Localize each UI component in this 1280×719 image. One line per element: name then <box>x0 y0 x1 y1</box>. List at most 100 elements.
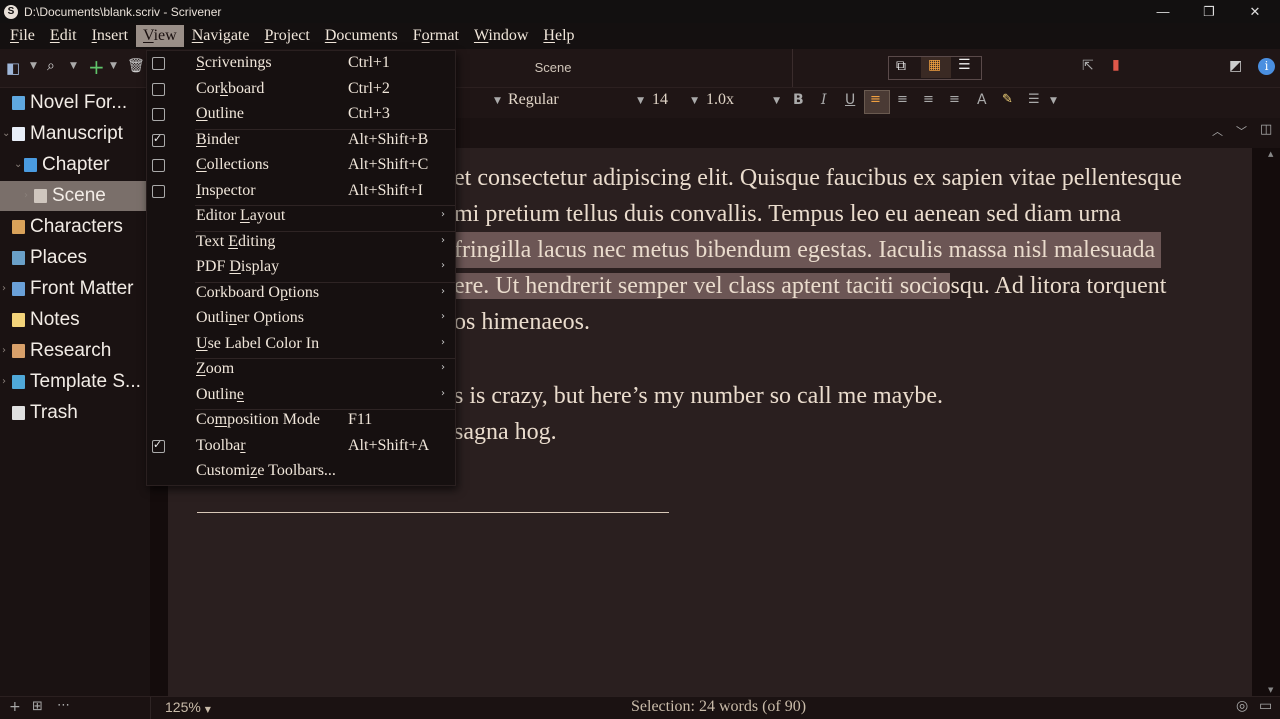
view-menu-item-zoom[interactable]: Zoom › <box>147 357 455 382</box>
chevron-right-icon[interactable]: › <box>2 345 6 356</box>
scrivenings-view-icon[interactable]: ⧉ <box>896 58 906 74</box>
more-icon[interactable]: ⋯ <box>57 698 70 713</box>
view-menu-item-scrivenings[interactable]: Scrivenings Ctrl+1 <box>147 51 455 76</box>
editor-text-run[interactable]: s is crazy, but here’s my number so call… <box>454 383 943 409</box>
scroll-down-icon[interactable]: ▼ <box>1268 686 1273 694</box>
editor-text-run[interactable]: fringilla lacus nec metus bibendum egest… <box>454 237 1155 263</box>
editor-text-line[interactable]: ere. Ut hendrerit semper vel class apten… <box>454 268 1166 304</box>
chevron-down-icon[interactable]: ▼ <box>30 61 37 71</box>
binder-item-research[interactable]: › Research <box>0 336 150 366</box>
binder-item-manuscript[interactable]: ⌄ Manuscript <box>0 119 150 149</box>
close-button[interactable]: ✕ <box>1232 0 1278 23</box>
view-menu-item-composition-mode[interactable]: Composition Mode F11 <box>147 408 455 433</box>
chevron-right-icon[interactable]: › <box>2 376 6 387</box>
view-menu-item-use-label-color-in[interactable]: Use Label Color In › <box>147 332 455 357</box>
selected-text[interactable]: ere. Ut hendrerit semper vel class apten… <box>454 273 951 299</box>
zoom-select[interactable]: 125% ▼ <box>165 699 211 715</box>
menu-edit[interactable]: Edit <box>43 25 84 47</box>
binder-item-front-matter[interactable]: › Front Matter <box>0 274 150 304</box>
binder-item-places[interactable]: Places <box>0 243 150 273</box>
align-center-icon[interactable]: ≡ <box>897 92 908 107</box>
minimize-button[interactable]: — <box>1140 0 1186 23</box>
view-menu-item-pdf-display[interactable]: PDF Display › <box>147 255 455 280</box>
search-icon[interactable]: ⌕ <box>47 58 55 74</box>
binder-item-scene[interactable]: › Scene <box>0 181 150 211</box>
binder-item-characters[interactable]: Characters <box>0 212 150 242</box>
scroll-up-icon[interactable]: ▲ <box>1268 150 1273 158</box>
editor-text-line[interactable]: s is crazy, but here’s my number so call… <box>454 378 943 414</box>
menu-documents[interactable]: Documents <box>318 25 405 47</box>
binder-item-novel-for[interactable]: Novel For... <box>0 88 150 118</box>
add-folder-icon[interactable]: ⊞ <box>32 699 43 714</box>
view-menu-item-outliner-options[interactable]: Outliner Options › <box>147 306 455 331</box>
bold-icon[interactable]: B <box>793 92 804 108</box>
editor-text-line[interactable]: os himenaeos. <box>454 304 590 340</box>
menu-project[interactable]: Project <box>257 25 316 47</box>
view-menu-item-toolbar[interactable]: Toolbar Alt+Shift+A <box>147 434 455 459</box>
editor-text-run[interactable]: mi pretium tellus duis convallis. Tempus… <box>454 201 1121 227</box>
binder-item-chapter[interactable]: ⌄ Chapter <box>0 150 150 180</box>
add-item-icon[interactable]: + <box>88 55 105 79</box>
editor-text-line[interactable]: fringilla lacus nec metus bibendum egest… <box>454 232 1162 268</box>
align-right-icon[interactable]: ≡ <box>949 92 960 107</box>
editor-text-line[interactable]: sagna hog. <box>454 414 557 450</box>
chevron-right-icon[interactable]: › <box>24 190 28 201</box>
chevron-down-icon[interactable]: ▼ <box>494 96 501 106</box>
view-menu-item-outline[interactable]: Outline Ctrl+3 <box>147 102 455 127</box>
editor-text-line[interactable]: mi pretium tellus duis convallis. Tempus… <box>454 196 1121 232</box>
font-size-select[interactable]: 14 ▼ <box>652 91 698 115</box>
chevron-down-icon[interactable]: ▼ <box>1050 96 1057 106</box>
view-menu-item-corkboard[interactable]: Corkboard Ctrl+2 <box>147 77 455 102</box>
checkbox-icon[interactable] <box>152 108 165 121</box>
view-menu-item-binder[interactable]: Binder Alt+Shift+B <box>147 128 455 153</box>
checkbox-icon[interactable] <box>152 82 165 96</box>
menu-file[interactable]: File <box>3 25 42 47</box>
inspector-info-icon[interactable]: i <box>1258 58 1275 75</box>
editor-text-run[interactable]: sagna hog. <box>454 419 557 445</box>
checkbox-checked-icon[interactable] <box>152 132 165 147</box>
comment-icon[interactable]: ▭ <box>1259 698 1272 714</box>
binder-item-notes[interactable]: Notes <box>0 305 150 335</box>
menu-help[interactable]: Help <box>536 25 581 47</box>
checkbox-icon[interactable] <box>152 57 165 70</box>
outliner-view-icon[interactable]: ☰ <box>958 57 971 73</box>
split-editor-icon[interactable]: ◫ <box>1260 122 1272 137</box>
view-menu-item-inspector[interactable]: Inspector Alt+Shift+I <box>147 179 455 204</box>
editor-text-run[interactable]: squ. Ad litora torquent <box>950 273 1166 299</box>
restore-button[interactable]: ❐ <box>1186 0 1232 23</box>
align-justify-icon[interactable]: ≡ <box>923 92 934 107</box>
italic-icon[interactable]: I <box>821 92 827 108</box>
checkbox-checked-icon[interactable] <box>152 438 165 453</box>
target-icon[interactable]: ◎ <box>1236 698 1248 714</box>
view-menu-item-outline[interactable]: Outline › <box>147 383 455 408</box>
list-icon[interactable]: ☰ <box>1028 92 1040 107</box>
checkbox-icon[interactable] <box>152 184 165 198</box>
binder-toggle-icon[interactable]: ◧ <box>6 59 20 77</box>
binder-item-trash[interactable]: Trash <box>0 398 150 428</box>
chevron-up-icon[interactable]: ︿ <box>1212 123 1223 139</box>
editor-text-run[interactable]: et consectetur adipiscing elit. Quisque … <box>454 165 1182 191</box>
highlight-icon[interactable]: ✎ <box>1002 92 1013 107</box>
chevron-down-icon[interactable]: ⌄ <box>2 128 10 139</box>
view-menu-item-editor-layout[interactable]: Editor Layout › <box>147 204 455 229</box>
editor-scrollbar[interactable]: ▲ ▼ <box>1252 148 1280 696</box>
view-menu-item-text-editing[interactable]: Text Editing › <box>147 230 455 255</box>
underline-icon[interactable]: U <box>845 92 855 108</box>
view-menu-item-corkboard-options[interactable]: Corkboard Options › <box>147 281 455 306</box>
add-icon[interactable]: + <box>9 699 21 715</box>
share-icon[interactable]: ⇱ <box>1082 58 1094 74</box>
checkbox-icon[interactable] <box>152 159 165 172</box>
text-color-icon[interactable]: A <box>977 92 987 108</box>
menu-insert[interactable]: Insert <box>85 25 135 47</box>
trash-toolbar-icon[interactable]: 🗑 <box>127 58 145 74</box>
editor-text-run[interactable]: os himenaeos. <box>454 309 590 335</box>
editor-text-line[interactable]: et consectetur adipiscing elit. Quisque … <box>454 160 1182 196</box>
composition-mode-icon[interactable]: ◩ <box>1229 58 1242 74</box>
menu-view[interactable]: View <box>136 25 184 47</box>
line-spacing-select[interactable]: 1.0x ▼ <box>706 91 780 115</box>
view-menu-item-customize-toolbars[interactable]: Customize Toolbars... <box>147 459 455 484</box>
menu-navigate[interactable]: Navigate <box>185 25 257 47</box>
bookmark-icon[interactable]: ▮ <box>1112 57 1120 73</box>
chevron-right-icon[interactable]: › <box>2 283 6 294</box>
view-menu-item-collections[interactable]: Collections Alt+Shift+C <box>147 153 455 178</box>
